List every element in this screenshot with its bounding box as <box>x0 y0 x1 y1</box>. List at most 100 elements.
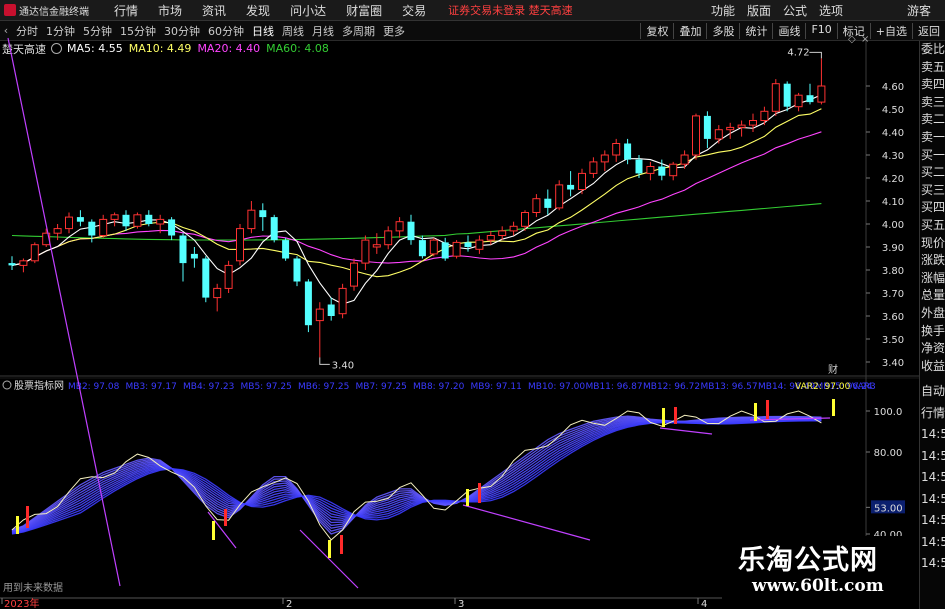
watermark: 乐淘公式网 www.60lt.com <box>722 536 912 606</box>
candle <box>532 194 541 218</box>
watermark-url: www.60lt.com <box>752 576 884 596</box>
candle <box>555 180 564 211</box>
candle <box>372 233 381 254</box>
candle <box>680 150 689 169</box>
price-tick: 3.40 <box>882 358 904 369</box>
candle <box>578 168 586 195</box>
candle <box>350 258 358 291</box>
side-label: 买一 <box>921 147 945 162</box>
price-tick: 3.80 <box>882 266 904 277</box>
price-tick: 4.30 <box>882 151 904 162</box>
side-label: 净资 <box>921 341 945 356</box>
signal-bar <box>328 540 331 558</box>
candle <box>806 83 814 105</box>
candle <box>714 125 723 144</box>
mb-label: MB12: 96.72 <box>643 382 700 392</box>
candle <box>338 283 347 319</box>
side-label: 卖五 <box>921 59 945 74</box>
candle <box>293 256 301 287</box>
mb-label: MB2: 97.08 <box>68 382 120 392</box>
candle <box>612 138 621 162</box>
candle <box>817 58 826 105</box>
side-label: 卖三 <box>921 94 945 109</box>
candle <box>236 224 244 266</box>
high-price-label: 4.72 <box>787 47 809 58</box>
signal-bar <box>478 483 481 503</box>
signal-bar <box>466 489 469 506</box>
mb-label: MB10: 97.00 <box>528 382 585 392</box>
price-tick: 4.00 <box>882 220 904 231</box>
tick-time: 14:50 <box>921 556 945 571</box>
date-tick: 4 <box>701 599 707 609</box>
tick-time: 14:50 <box>921 470 945 485</box>
candle <box>224 260 233 293</box>
price-tick: 3.70 <box>882 289 904 300</box>
date-tick: 2023年 <box>4 597 39 609</box>
var2-label: VAR2: 97.00 <box>795 382 851 392</box>
price-chart[interactable]: 4.72 3.40 财 4.60 4.50 4.40 4.30 4.20 4.10 4.00 3.… <box>0 0 919 609</box>
side-label: 换手 <box>921 323 945 338</box>
candle <box>589 157 598 178</box>
candle <box>783 81 791 112</box>
price-axis: 4.60 4.50 4.40 4.30 4.20 4.10 4.00 3.90 3.80 3.70… <box>848 34 904 369</box>
indicator-title: 股票指标网 <box>14 379 64 392</box>
candle <box>669 161 678 181</box>
candle <box>703 111 711 149</box>
signal-bar <box>212 521 215 540</box>
mb-label: MB4: 97.23 <box>183 382 234 392</box>
candle <box>202 256 210 303</box>
settings-circle-icon[interactable] <box>2 380 12 390</box>
side-label: 卖四 <box>921 77 945 92</box>
indicator-tick: 100.0 <box>874 407 903 418</box>
candle <box>794 92 803 112</box>
candle <box>646 161 655 181</box>
side-label: 买四 <box>921 200 945 215</box>
candle <box>65 212 73 234</box>
indicator-tick: 53.00 <box>874 503 903 514</box>
signal-bar <box>766 400 769 419</box>
side-label: 涨跌 <box>921 253 945 268</box>
price-tick: 4.20 <box>882 174 904 185</box>
candle <box>726 122 735 139</box>
candle <box>475 235 484 254</box>
signal-bar <box>224 509 227 526</box>
side-label: 卖二 <box>921 112 945 127</box>
tick-time: 14:50 <box>921 534 945 549</box>
close-icon[interactable]: × <box>861 34 869 45</box>
mb-label: MB8: 97.20 <box>413 382 465 392</box>
date-tick: 3 <box>458 599 464 609</box>
trend-line <box>299 529 359 589</box>
candle <box>567 171 575 197</box>
side-tab[interactable]: 行情 <box>920 403 945 425</box>
side-tab[interactable]: 自动 <box>920 381 945 403</box>
price-tick: 3.50 <box>882 335 904 346</box>
candle <box>771 79 780 116</box>
tick-time: 14:50 <box>921 427 945 442</box>
mb-label: MB7: 97.25 <box>356 382 407 392</box>
candle <box>760 106 769 126</box>
side-label: 买二 <box>921 165 945 180</box>
trend-line <box>462 504 591 541</box>
side-label: 卖一 <box>921 129 945 144</box>
candle <box>282 237 290 261</box>
trend-line <box>659 427 713 435</box>
signal-bar <box>26 506 29 528</box>
signal-bar <box>662 408 665 427</box>
side-label: 收益 <box>921 358 945 373</box>
trend-line <box>7 37 121 587</box>
candle <box>361 235 370 270</box>
mb-label: MB3: 97.17 <box>126 382 177 392</box>
tick-time: 14:50 <box>921 448 945 463</box>
price-tick: 3.60 <box>882 312 904 323</box>
future-data-note: 用到未来数据 <box>3 581 63 594</box>
diamond-icon[interactable]: ◇ <box>848 34 856 45</box>
candle <box>270 214 278 243</box>
side-label: 涨幅 <box>921 270 945 285</box>
signal-bar <box>340 535 343 554</box>
candlesticks: 4.72 3.40 财 <box>8 47 838 376</box>
candle <box>327 297 335 321</box>
side-label: 委比 <box>921 42 945 56</box>
candle <box>407 214 415 245</box>
candle <box>749 113 757 132</box>
candle <box>133 212 142 229</box>
